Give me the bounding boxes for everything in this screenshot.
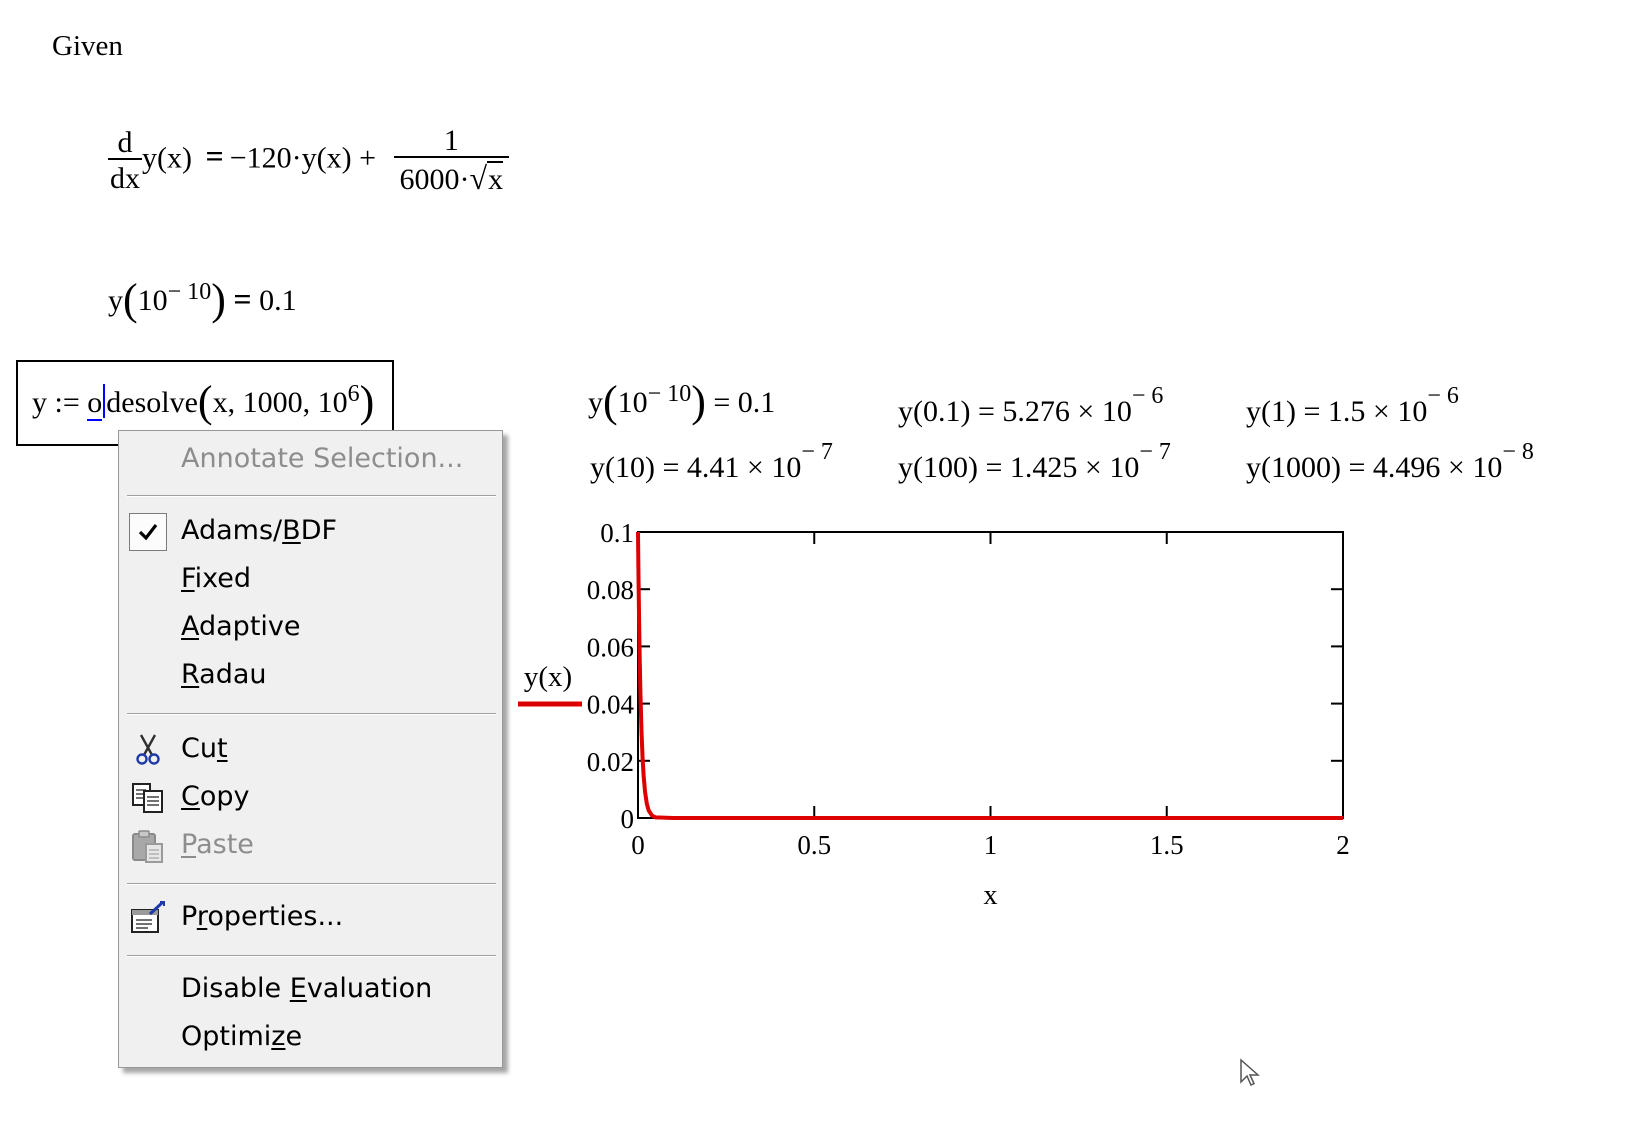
mouse-pointer-icon xyxy=(1240,1058,1260,1087)
series-line-y xyxy=(636,531,1343,820)
properties-icon xyxy=(129,899,167,937)
x-tick-label: 2 xyxy=(1336,830,1350,860)
menu-item-adams-bdf[interactable]: Adams/BDF xyxy=(119,509,502,555)
y-tick-label: 0.02 xyxy=(587,747,634,777)
y-tick-label: 0.08 xyxy=(587,575,634,605)
menu-item-optimize[interactable]: Optimize xyxy=(119,1015,502,1061)
x-tick-label: 1 xyxy=(984,830,998,860)
y-tick-label: 0.06 xyxy=(587,632,634,662)
y-tick-label: 0.04 xyxy=(587,690,635,720)
menu-item-paste[interactable]: Paste xyxy=(119,823,502,869)
y-tick-label: 0 xyxy=(621,804,635,834)
y-axis-label: y(x) xyxy=(524,661,572,693)
menu-item-annotate-selection[interactable]: Annotate Selection... xyxy=(119,437,502,483)
menu-item-fixed[interactable]: Fixed xyxy=(119,557,502,603)
copy-icon xyxy=(129,779,167,817)
y-tick-label: 0.1 xyxy=(600,518,634,548)
context-menu: Annotate Selection... Adams/BDF Fixed Ad… xyxy=(118,430,503,1068)
paste-icon xyxy=(129,827,167,865)
plot-frame xyxy=(637,531,1344,819)
x-tick-label: 0.5 xyxy=(797,830,831,860)
menu-separator xyxy=(127,495,496,497)
menu-item-properties[interactable]: Properties... xyxy=(119,895,502,941)
scissors-icon xyxy=(129,731,167,769)
menu-item-cut[interactable]: Cut xyxy=(119,727,502,773)
menu-item-radau[interactable]: Radau xyxy=(119,653,502,699)
x-tick-label: 1.5 xyxy=(1150,830,1184,860)
menu-separator xyxy=(127,713,496,715)
x-tick-label: 0 xyxy=(631,830,645,860)
menu-item-adaptive[interactable]: Adaptive xyxy=(119,605,502,651)
x-axis-label: x xyxy=(984,880,998,911)
menu-separator xyxy=(127,955,496,957)
checkmark-icon xyxy=(129,513,167,551)
menu-item-disable-evaluation[interactable]: Disable Evaluation xyxy=(119,967,502,1013)
menu-separator xyxy=(127,883,496,885)
menu-item-copy[interactable]: Copy xyxy=(119,775,502,821)
